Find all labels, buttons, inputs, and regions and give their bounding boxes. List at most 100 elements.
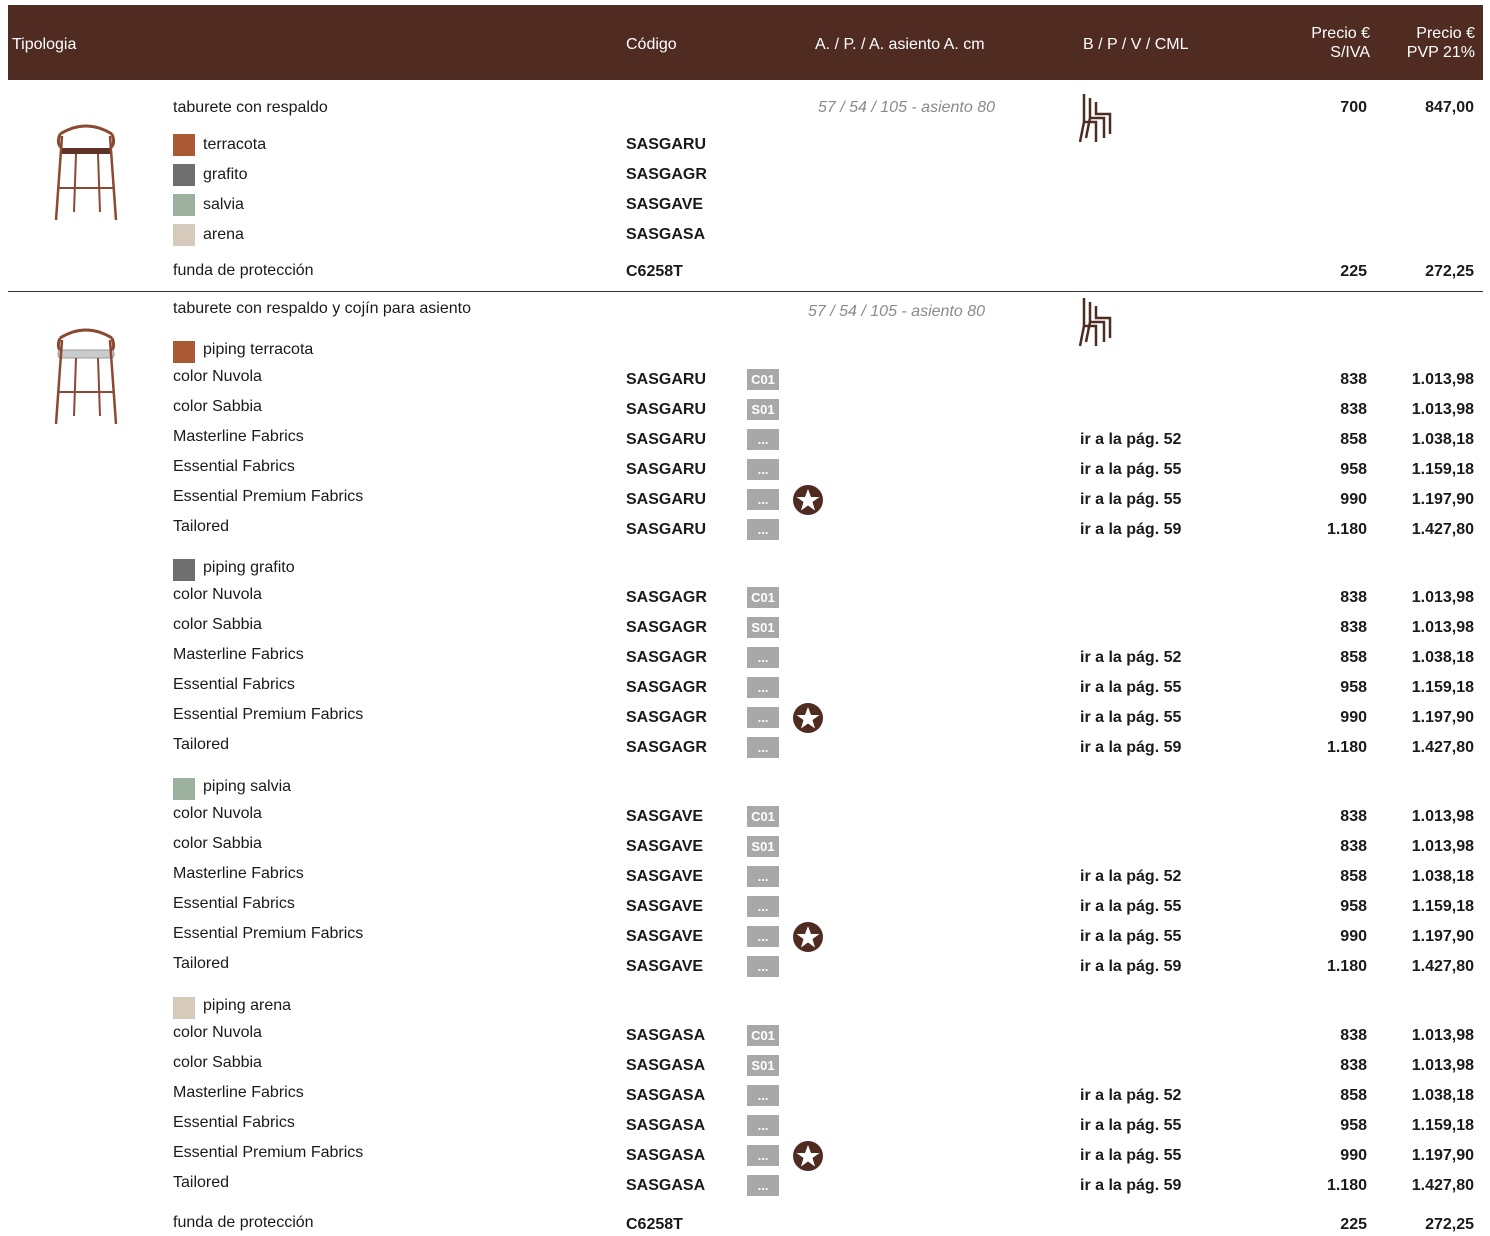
price-siva: 838	[1340, 1027, 1367, 1044]
price-pvp: 1.427,80	[1411, 1177, 1474, 1194]
fabric-code-badge: ...	[747, 956, 779, 977]
fabric-code: SASGARU	[626, 461, 707, 478]
cover-price-pvp: 272,25	[1425, 1216, 1474, 1233]
price-pvp: 1.159,18	[1411, 679, 1474, 696]
price-pvp: 1.013,98	[1411, 1057, 1474, 1074]
fabric-code-badge: ...	[747, 1085, 779, 1106]
fabric-label: Essential Fabrics	[173, 458, 295, 475]
fabric-code-badge: ...	[747, 926, 779, 947]
price-siva: 838	[1340, 401, 1367, 418]
header-tipologia: Tipologia	[12, 36, 77, 53]
page-reference: ir a la pág. 59	[1080, 739, 1182, 756]
price-pvp: 1.197,90	[1411, 709, 1474, 726]
price-siva: 838	[1340, 808, 1367, 825]
fabric-label: color Sabbia	[173, 835, 262, 852]
header-precio-pvp-line2: PVP 21%	[1406, 44, 1475, 61]
color-swatch	[173, 224, 195, 246]
price-siva: 990	[1340, 709, 1367, 726]
fabric-code-badge: ...	[747, 737, 779, 758]
page-reference: ir a la pág. 55	[1080, 679, 1182, 696]
page-reference: ir a la pág. 52	[1080, 1087, 1182, 1104]
price-pvp: 1.427,80	[1411, 958, 1474, 975]
fabric-code: SASGAVE	[626, 808, 704, 825]
cover-price-siva: 225	[1340, 263, 1367, 280]
variant-label: terracota	[203, 136, 267, 153]
fabric-code: SASGAGR	[626, 649, 707, 666]
price-pvp: 1.013,98	[1411, 1027, 1474, 1044]
fabric-label: Essential Premium Fabrics	[173, 488, 364, 505]
fabric-label: color Nuvola	[173, 805, 262, 822]
price-siva: 1.180	[1326, 521, 1367, 538]
variant-code: SASGAGR	[626, 166, 707, 183]
price-pvp: 1.013,98	[1411, 619, 1474, 636]
star-icon	[793, 485, 823, 515]
price-siva: 990	[1340, 1147, 1367, 1164]
fabric-code: SASGARU	[626, 431, 707, 448]
fabric-code: SASGAGR	[626, 619, 707, 636]
price-siva: 858	[1340, 1087, 1367, 1104]
fabric-label: color Nuvola	[173, 1024, 262, 1041]
price-pvp: 1.197,90	[1411, 491, 1474, 508]
fabric-code-badge: ...	[747, 677, 779, 698]
variant-code: SASGAVE	[626, 196, 704, 213]
fabric-label: Essential Premium Fabrics	[173, 925, 364, 942]
fabric-code-badge: S01	[747, 1055, 779, 1076]
price-pvp: 847,00	[1425, 99, 1474, 116]
fabric-code: SASGARU	[626, 491, 707, 508]
price-siva: 1.180	[1326, 1177, 1367, 1194]
price-siva: 858	[1340, 868, 1367, 885]
fabric-label: Tailored	[173, 518, 230, 535]
fabric-label: color Sabbia	[173, 616, 262, 633]
fabric-code: SASGASA	[626, 1057, 706, 1074]
page-reference: ir a la pág. 52	[1080, 649, 1182, 666]
fabric-label: Essential Premium Fabrics	[173, 1144, 364, 1161]
fabric-code-badge: ...	[747, 896, 779, 917]
product-dimensions: 57 / 54 / 105 - asiento 80	[818, 99, 996, 116]
price-siva: 858	[1340, 649, 1367, 666]
fabric-code-badge: S01	[747, 617, 779, 638]
fabric-label: Tailored	[173, 955, 230, 972]
fabric-code-badge: ...	[747, 866, 779, 887]
price-siva: 858	[1340, 431, 1367, 448]
stack-chair-icon	[1078, 94, 1112, 143]
fabric-code-badge: ...	[747, 647, 779, 668]
fabric-code: SASGASA	[626, 1147, 706, 1164]
page-reference: ir a la pág. 59	[1080, 958, 1182, 975]
price-pvp: 1.013,98	[1411, 808, 1474, 825]
fabric-code-badge: C01	[747, 369, 779, 390]
price-siva: 838	[1340, 1057, 1367, 1074]
price-pvp: 1.427,80	[1411, 521, 1474, 538]
price-siva: 958	[1340, 679, 1367, 696]
variant-label: salvia	[203, 196, 244, 213]
fabric-code-badge: ...	[747, 1115, 779, 1136]
fabric-code-badge: ...	[747, 429, 779, 450]
price-siva: 838	[1340, 371, 1367, 388]
price-pvp: 1.197,90	[1411, 1147, 1474, 1164]
fabric-code: SASGAVE	[626, 958, 704, 975]
price-pvp: 1.013,98	[1411, 401, 1474, 418]
page-reference: ir a la pág. 59	[1080, 1177, 1182, 1194]
page-reference: ir a la pág. 55	[1080, 491, 1182, 508]
fabric-code: SASGAVE	[626, 898, 704, 915]
price-siva: 1.180	[1326, 739, 1367, 756]
table-header: Tipologia Código A. / P. / A. asiento A.…	[8, 5, 1483, 80]
price-pvp: 1.159,18	[1411, 898, 1474, 915]
price-siva: 990	[1340, 928, 1367, 945]
piping-swatch	[173, 559, 195, 581]
color-swatch	[173, 194, 195, 216]
fabric-code-badge: ...	[747, 459, 779, 480]
stool-cushion-product-image	[54, 328, 118, 425]
cover-price-pvp: 272,25	[1425, 263, 1474, 280]
piping-label: piping grafito	[203, 559, 295, 576]
star-icon	[793, 703, 823, 733]
price-pvp: 1.038,18	[1411, 1087, 1474, 1104]
fabric-label: Masterline Fabrics	[173, 428, 304, 445]
fabric-code: SASGAGR	[626, 739, 707, 756]
price-pvp: 1.038,18	[1411, 868, 1474, 885]
header-precio-siva-line2: S/IVA	[1330, 44, 1370, 61]
header-dimensiones: A. / P. / A. asiento A. cm	[815, 36, 985, 53]
color-swatch	[173, 134, 195, 156]
star-icon	[793, 1141, 823, 1171]
fabric-label: Tailored	[173, 1174, 230, 1191]
fabric-label: Essential Premium Fabrics	[173, 706, 364, 723]
